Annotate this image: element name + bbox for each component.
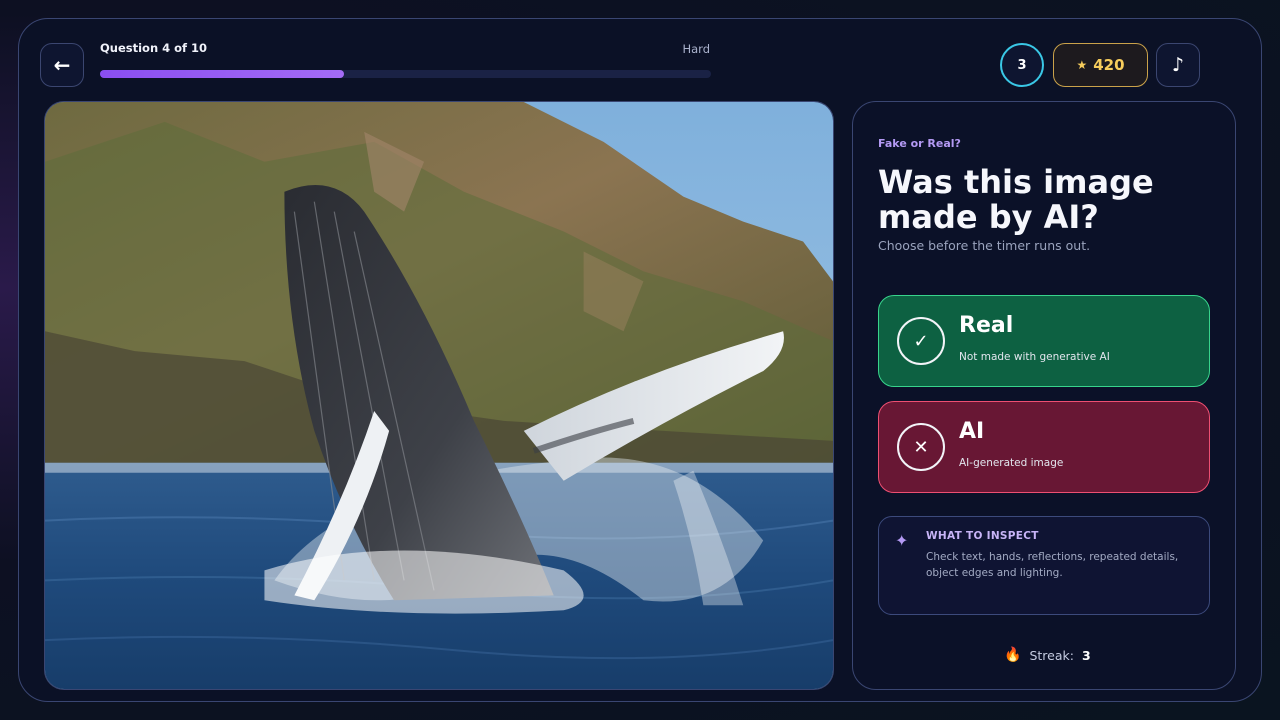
arrow-left-icon: ←	[53, 53, 71, 77]
inspect-hint-card: ✦ WHAT TO INSPECT Check text, hands, ref…	[878, 516, 1210, 615]
answer-ai-desc: AI-generated image	[959, 457, 1064, 469]
answer-real-desc: Not made with generative AI	[959, 351, 1110, 363]
checkmark-icon: ✓	[897, 317, 945, 365]
sparkle-icon: ✦	[895, 531, 909, 550]
inspect-heading: WHAT TO INSPECT	[926, 530, 1039, 542]
difficulty-label: Hard	[682, 42, 710, 56]
question-eyebrow: Fake or Real?	[878, 137, 961, 150]
question-subline: Choose before the timer runs out.	[878, 238, 1091, 253]
music-note-icon: ♪	[1171, 54, 1185, 76]
flame-icon: 🔥	[1004, 647, 1022, 663]
streak-value: 3	[1081, 647, 1091, 663]
question-headline: Was this image made by AI?	[878, 163, 1154, 236]
answer-real-title: Real	[959, 313, 1014, 338]
streak-indicator: 🔥 Streak: 3	[1004, 647, 1091, 663]
score-value: 420	[1093, 56, 1125, 74]
score-badge: ★ 420	[1053, 43, 1148, 87]
answer-ai-button[interactable]: ✕ AI AI-generated image	[878, 401, 1210, 493]
star-icon: ★	[1076, 58, 1088, 72]
streak-label: Streak:	[1029, 647, 1074, 663]
quiz-image	[44, 101, 834, 690]
music-toggle-button[interactable]: ♪	[1156, 43, 1200, 87]
back-button[interactable]: ←	[40, 43, 84, 87]
answer-ai-title: AI	[959, 419, 985, 444]
timer-value: 3	[1017, 57, 1027, 73]
x-icon: ✕	[897, 423, 945, 471]
timer-badge: 3	[1000, 43, 1044, 87]
whale-photo	[45, 102, 833, 689]
progress-fill	[100, 70, 345, 78]
progress-bar	[100, 70, 711, 78]
question-counter: Question 4 of 10	[100, 41, 208, 55]
inspect-body: Check text, hands, reflections, repeated…	[926, 551, 1179, 579]
answer-real-button[interactable]: ✓ Real Not made with generative AI	[878, 295, 1210, 387]
